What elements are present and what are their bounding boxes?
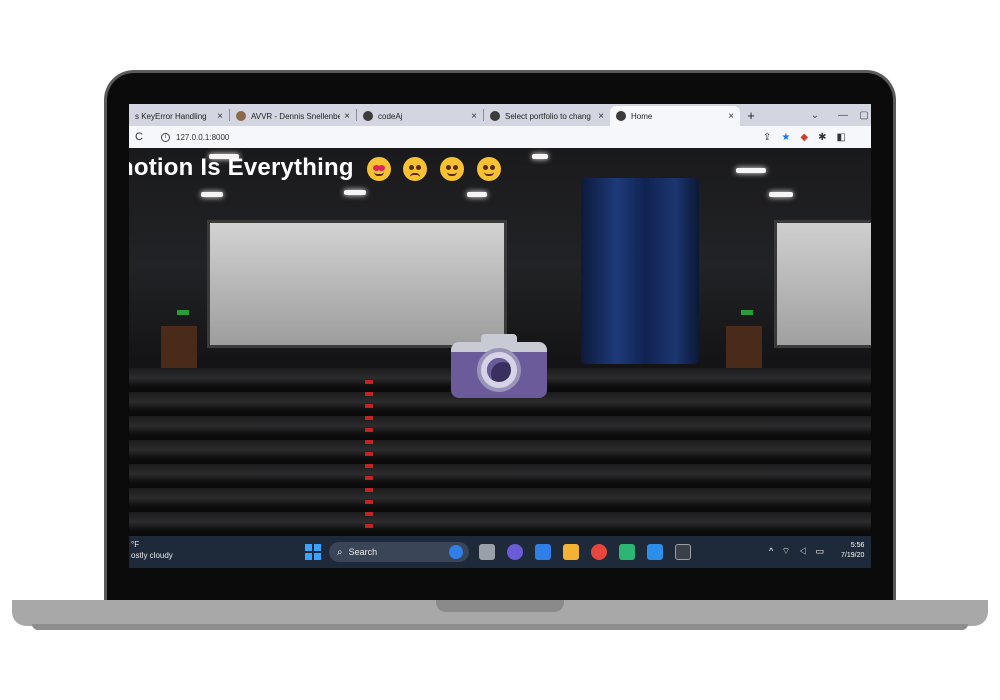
cinema-screen-right — [774, 220, 871, 348]
tab-strip: s KeyError Handling × AVVR - Dennis Snel… — [129, 104, 871, 126]
file-explorer-icon[interactable] — [563, 544, 579, 560]
teams-icon[interactable] — [507, 544, 523, 560]
windows-start-icon[interactable] — [305, 544, 321, 560]
avatar-icon — [236, 111, 246, 121]
share-icon[interactable]: ⇪ — [763, 132, 771, 143]
page-content: notion Is Everything — [129, 148, 871, 536]
weather-widget[interactable]: °F ostly cloudy — [131, 539, 173, 561]
bookmark-star-icon[interactable]: ★ — [781, 132, 790, 143]
camera-icon[interactable] — [451, 334, 547, 398]
close-icon[interactable]: × — [598, 111, 604, 122]
vscode-icon[interactable] — [647, 544, 663, 560]
tab-title: s KeyError Handling — [135, 111, 207, 121]
tab-title: Select portfolio to chang — [505, 111, 591, 121]
weather-temp: °F — [131, 540, 140, 549]
tab-codeaj[interactable]: codeAj × — [357, 106, 483, 126]
tab-avvr[interactable]: AVVR - Dennis Snellenbe × — [230, 106, 356, 126]
search-icon: ⌕ — [337, 546, 343, 558]
exit-sign — [177, 310, 189, 315]
store-icon[interactable] — [535, 544, 551, 560]
task-view-icon[interactable] — [479, 544, 495, 560]
ceiling-light — [769, 192, 793, 197]
close-icon[interactable]: × — [471, 111, 477, 122]
system-tray-icons[interactable]: ^ ⌔ ◁ ▭ — [769, 546, 827, 557]
tab-title: Home — [631, 111, 653, 121]
chrome-icon[interactable] — [591, 544, 607, 560]
page-title: notion Is Everything — [129, 154, 502, 182]
ceiling-light — [532, 154, 548, 159]
bing-icon[interactable] — [449, 545, 463, 559]
globe-icon — [490, 111, 500, 121]
tab-search-button[interactable]: ⌄ — [801, 106, 829, 126]
aisle-lights — [365, 380, 373, 530]
tab-keyerror[interactable]: s KeyError Handling × — [129, 106, 229, 126]
laptop-screen: s KeyError Handling × AVVR - Dennis Snel… — [129, 104, 871, 568]
globe-icon — [363, 111, 373, 121]
ceiling-light — [344, 190, 366, 195]
address-bar[interactable]: i 127.0.0.1:8000 — [153, 129, 753, 145]
laptop-base-shadow — [32, 624, 968, 630]
weather-description: ostly cloudy — [131, 551, 173, 560]
puzzle-icon[interactable]: ✱ — [818, 132, 826, 143]
maximize-button[interactable]: ▢ — [857, 106, 871, 126]
url-text: 127.0.0.1:8000 — [176, 132, 230, 142]
info-icon[interactable]: i — [161, 132, 170, 142]
laughing-emoji-icon — [477, 156, 502, 181]
search-label: Search — [348, 547, 378, 557]
clock-date: 7/19/20 — [841, 552, 865, 559]
browser-toolbar: C i 127.0.0.1:8000 ⇪ ★ ◆ ✱ ◧ — [129, 126, 871, 148]
tab-home[interactable]: Home × — [610, 106, 740, 126]
tab-title: AVVR - Dennis Snellenbe — [251, 111, 341, 121]
page-title-text: notion Is Everything — [129, 154, 354, 181]
taskbar-search[interactable]: ⌕ Search — [329, 542, 469, 562]
ceiling-light — [201, 192, 223, 197]
taskbar-clock[interactable]: 5:56 7/19/20 — [841, 541, 864, 561]
reload-icon[interactable]: C — [135, 131, 153, 143]
exit-sign — [741, 310, 753, 315]
ceiling-light — [736, 168, 766, 173]
cinema-screen-left — [207, 220, 507, 348]
close-icon[interactable]: × — [217, 111, 223, 122]
camera-lens — [477, 348, 521, 392]
smiling-emoji-icon — [440, 156, 465, 181]
sad-emoji-icon — [403, 156, 428, 181]
cinema-curtain — [581, 178, 699, 364]
side-panel-icon[interactable]: ◧ — [836, 132, 845, 143]
tab-title: codeAj — [378, 111, 403, 121]
clock-time: 5:56 — [850, 542, 865, 549]
tab-select-portfolio[interactable]: Select portfolio to chang × — [484, 106, 610, 126]
star-struck-emoji-icon — [366, 156, 391, 181]
laptop-notch — [436, 600, 564, 612]
terminal-icon[interactable] — [675, 544, 691, 560]
ceiling-light — [467, 192, 487, 197]
close-icon[interactable]: × — [728, 111, 734, 122]
windows-taskbar: °F ostly cloudy ⌕ Search ^ ⌔ ◁ ▭ 5:56 7/… — [129, 536, 871, 568]
new-tab-button[interactable]: + — [740, 106, 762, 126]
pycharm-icon[interactable] — [619, 544, 635, 560]
minimize-button[interactable]: — — [829, 106, 857, 126]
extension-icon[interactable]: ◆ — [800, 132, 808, 143]
close-icon[interactable]: × — [344, 111, 350, 122]
globe-icon — [616, 111, 626, 121]
